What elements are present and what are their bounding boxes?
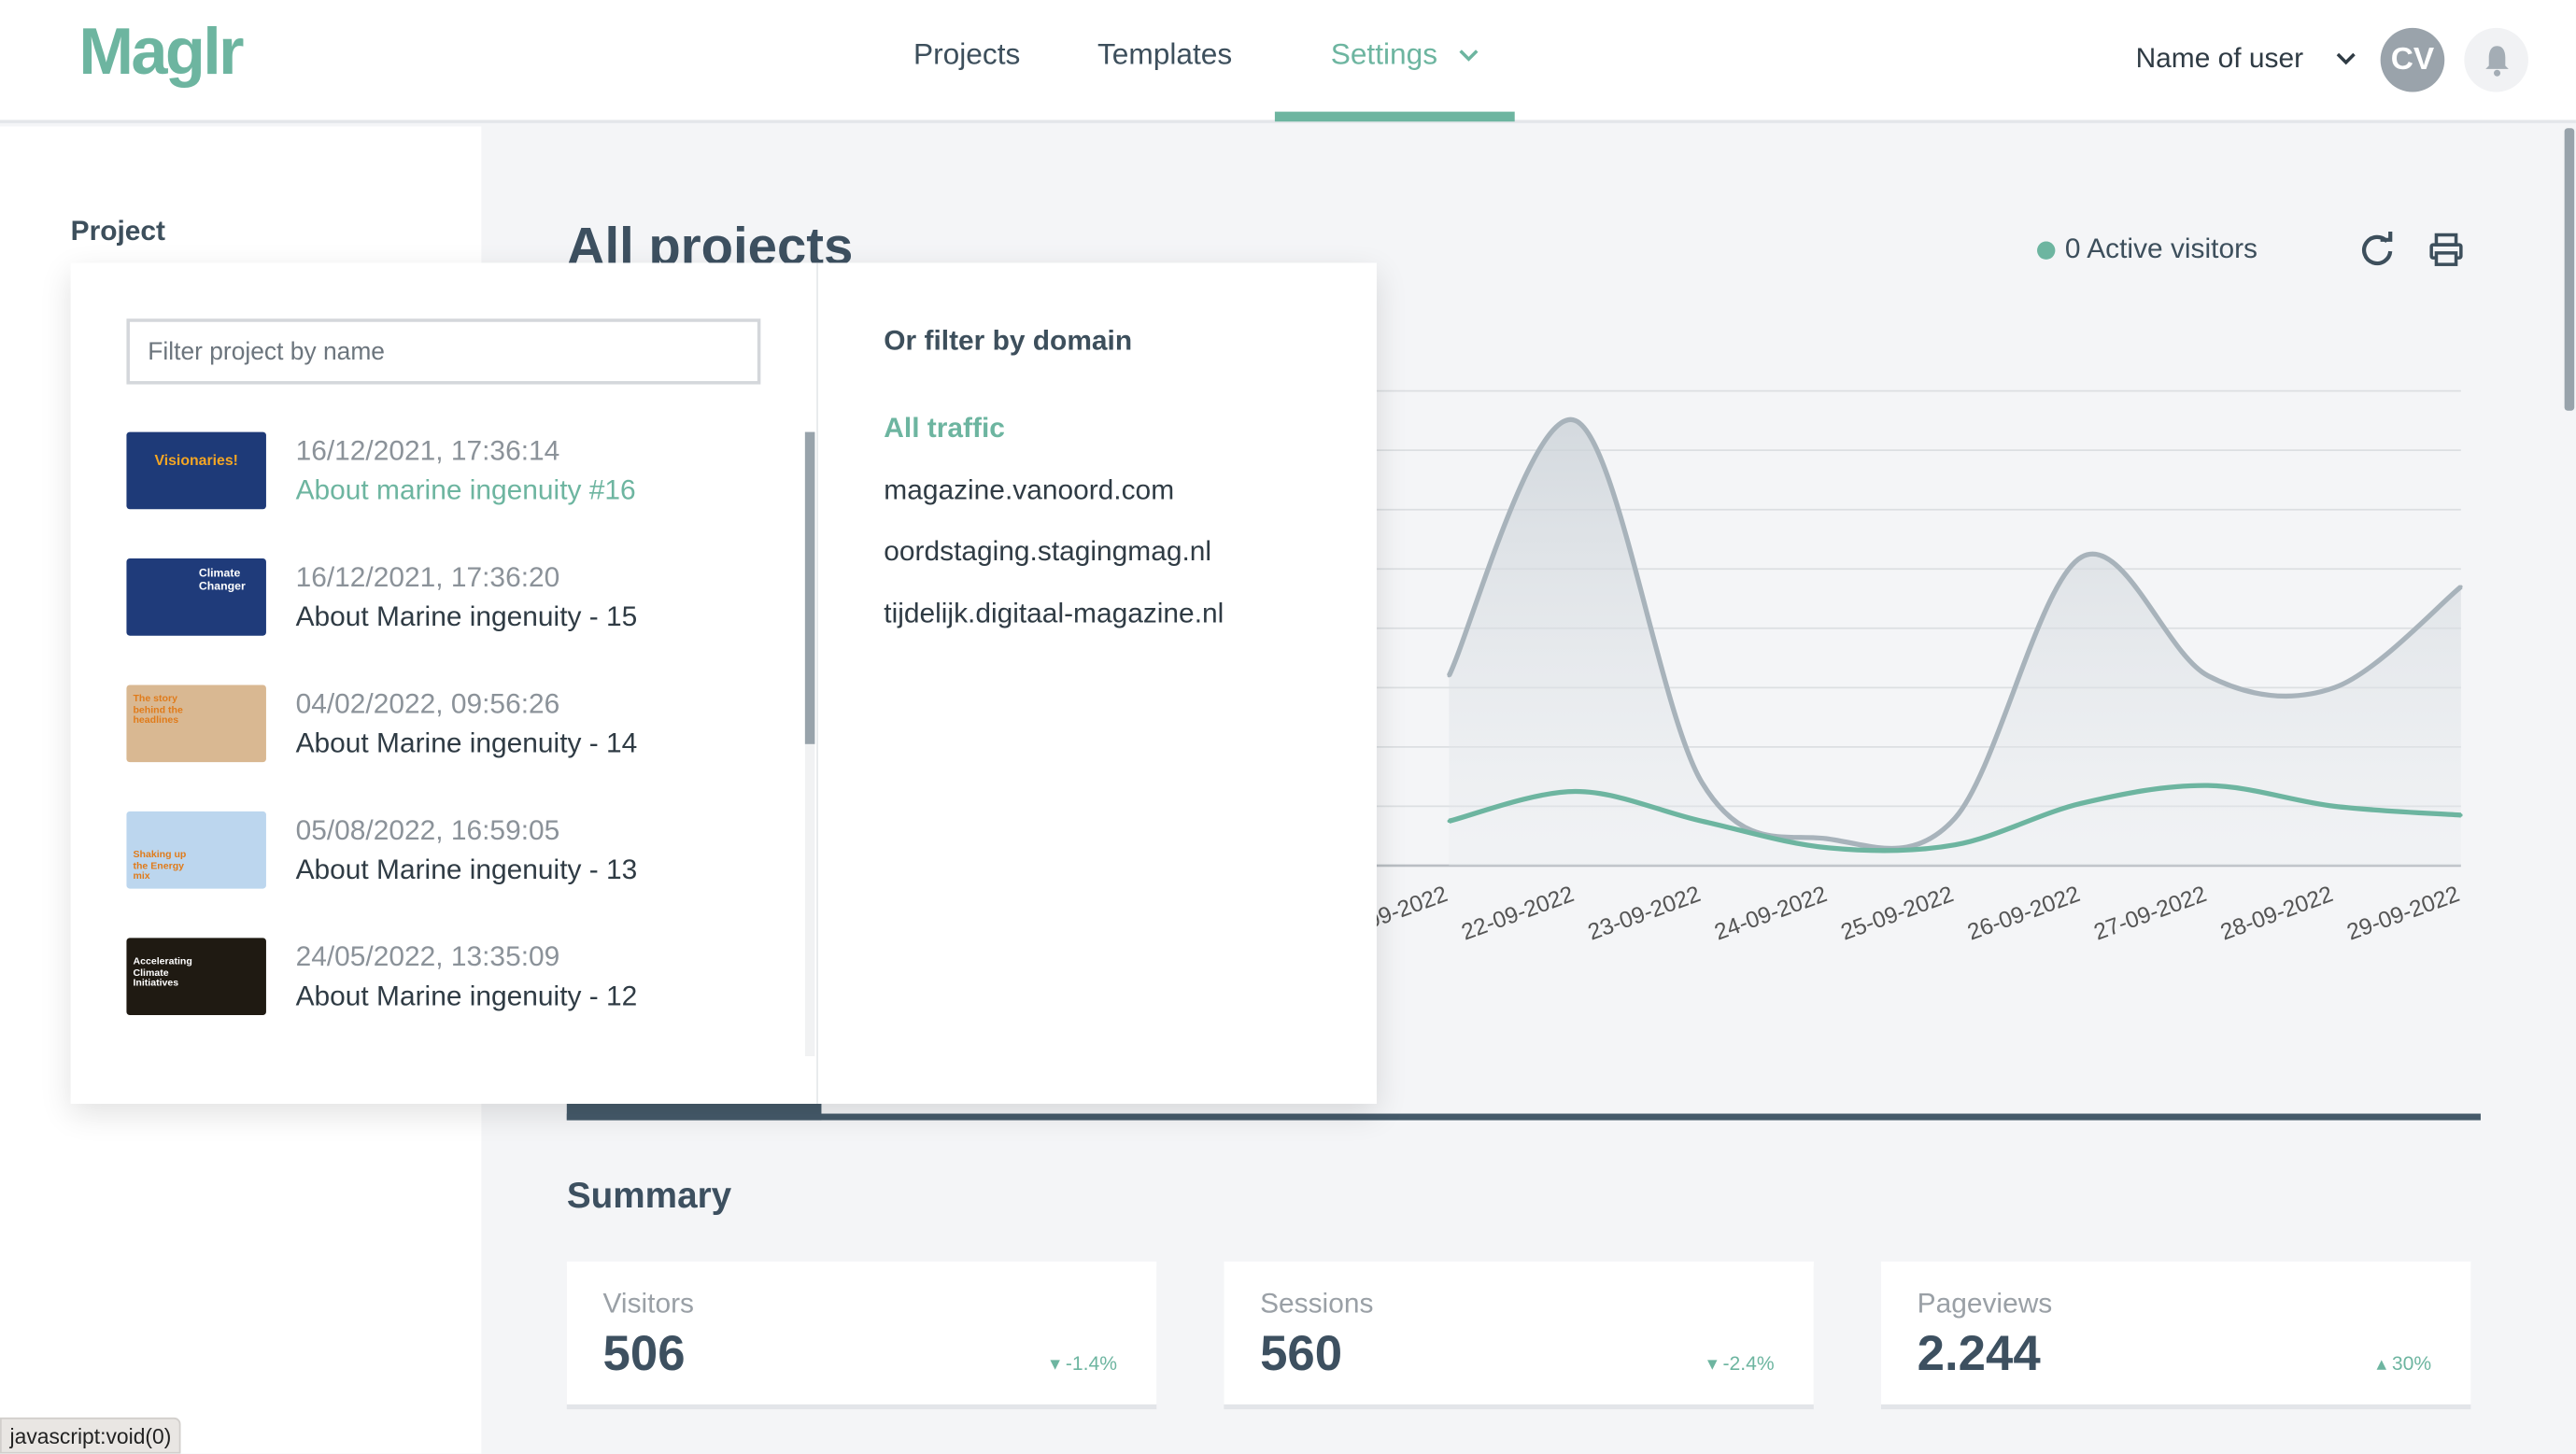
nav-settings[interactable]: Settings [1331,37,1479,72]
x-tick-label: 24-09-2022 [1711,882,1831,945]
x-tick-label: 22-09-2022 [1458,882,1578,945]
project-title: About Marine ingenuity - 14 [295,727,638,759]
nav-templates[interactable]: Templates [1097,37,1232,72]
project-date: 16/12/2021, 17:36:14 [295,435,560,467]
data-point[interactable] [1700,819,1704,824]
chevron-down-icon [2336,52,2356,65]
nav-settings-label: Settings [1330,37,1438,71]
project-item[interactable]: Accelerating Climate Initiatives 24/05/2… [126,938,784,1037]
x-tick-label: 23-09-2022 [1585,882,1705,945]
domain-option[interactable]: magazine.vanoord.com [884,474,1174,507]
domain-option[interactable]: tijdelijk.digitaal-magazine.nl [884,598,1224,630]
notifications-button[interactable] [2464,27,2528,92]
domain-filter-heading: Or filter by domain [884,325,1133,357]
chart-series [1446,416,2463,866]
data-point[interactable] [1574,789,1578,794]
data-point[interactable] [2079,801,2084,805]
data-point[interactable] [2206,673,2210,678]
data-point[interactable] [1953,816,1957,820]
data-point[interactable] [1447,673,1451,678]
data-point[interactable] [2459,585,2463,589]
project-date: 04/02/2022, 09:56:26 [295,687,560,720]
project-title: About Marine ingenuity - 15 [295,600,638,633]
bell-icon [2484,45,2508,76]
project-thumbnail: Accelerating Climate Initiatives [126,938,266,1016]
data-point[interactable] [2459,813,2463,817]
active-nav-indicator [1274,111,1515,122]
x-tick-label: 29-09-2022 [2343,882,2463,945]
app: Maglr Projects Templates Settings Name o… [0,0,2576,1454]
project-date: 24/05/2022, 13:35:09 [295,940,560,973]
data-point[interactable] [1826,846,1831,850]
project-thumbnail: The story behind the headlines [126,685,266,763]
data-point[interactable] [2332,685,2337,690]
data-point[interactable] [1826,837,1831,841]
project-date: 16/12/2021, 17:36:20 [295,561,560,593]
user-menu[interactable]: Name of user [2136,43,2357,76]
project-title: About Marine ingenuity - 13 [295,854,638,886]
project-item[interactable]: The story behind the headlines 04/02/202… [126,685,784,783]
data-point[interactable] [2332,804,2337,809]
avatar[interactable]: CV [2380,27,2445,92]
project-thumbnail: Shaking up the Energy mix [126,811,266,889]
chart-x-axis: 21-09-2022 22-09-2022 23-09-2022 24-09-2022… [1332,882,2463,945]
divider [816,262,818,1104]
thumbnail-text: The story behind the headlines [133,695,183,727]
thumbnail-text: Shaking up the Energy mix [133,851,187,882]
user-name: Name of user [2135,42,2304,75]
nav-projects[interactable]: Projects [913,37,1020,72]
data-point[interactable] [1700,781,1704,784]
domain-option[interactable]: oordstaging.stagingmag.nl [884,535,1211,568]
project-item[interactable]: Climate Changer 16/12/2021, 17:36:20 Abo… [126,558,784,657]
top-header: Maglr Projects Templates Settings Name o… [0,0,2576,123]
data-point[interactable] [1574,418,1578,423]
data-point[interactable] [2206,783,2210,787]
data-point[interactable] [1447,819,1451,824]
browser-status-bar: javascript:void(0) [0,1417,181,1454]
x-tick-label: 25-09-2022 [1838,882,1958,945]
x-tick-label: 28-09-2022 [2217,882,2337,945]
project-thumbnail: Climate Changer [126,558,266,636]
x-tick-label: 26-09-2022 [1964,882,2084,945]
project-date: 05/08/2022, 16:59:05 [295,814,560,846]
data-point[interactable] [1953,842,1957,847]
series-area [1449,419,2461,866]
project-title: About Marine ingenuity - 12 [295,981,638,1012]
project-filter-dropdown: Visionaries! 16/12/2021, 17:36:14 About … [70,262,1377,1104]
project-title: About marine ingenuity #16 [295,474,636,506]
project-item[interactable]: Shaking up the Energy mix 05/08/2022, 16… [126,811,784,911]
domain-all-traffic[interactable]: All traffic [884,412,1005,445]
filter-project-input[interactable] [126,318,761,385]
thumbnail-text: Visionaries! [154,451,238,469]
list-scrollbar[interactable] [804,431,815,744]
maglr-logo[interactable]: Maglr [78,17,244,91]
data-point[interactable] [2079,555,2084,559]
x-tick-label: 27-09-2022 [2090,882,2210,945]
project-thumbnail: Visionaries! [126,431,266,510]
thumbnail-text: Climate Changer [198,568,246,593]
project-item[interactable]: Visionaries! 16/12/2021, 17:36:14 About … [126,431,784,531]
thumbnail-text: Accelerating Climate Initiatives [133,957,192,990]
chevron-down-icon [1459,49,1479,62]
